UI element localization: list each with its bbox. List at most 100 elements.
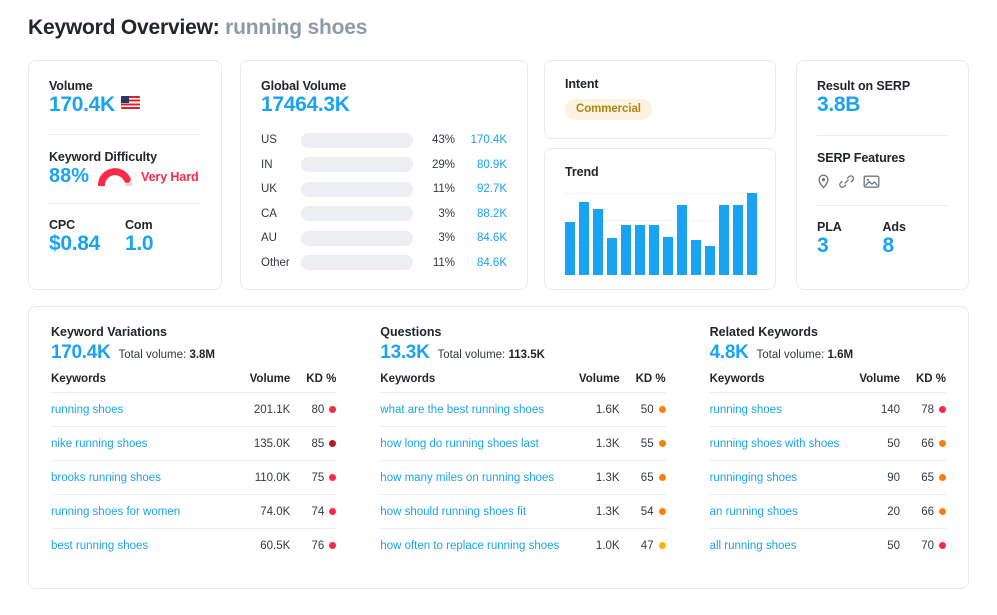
- kd-cell: 70: [900, 529, 947, 563]
- ads-value: 8: [882, 234, 895, 258]
- keyword-link[interactable]: how should running shoes fit: [380, 506, 526, 518]
- global-volume-row: CA 3% 88.2K: [261, 202, 507, 227]
- related-keywords-total: Total volume: 1.6M: [757, 349, 854, 361]
- kd-value: 47: [640, 539, 654, 552]
- keyword-link[interactable]: an running shoes: [710, 506, 798, 518]
- keyword-link[interactable]: running shoes: [710, 404, 782, 416]
- kd-status-dot: [329, 508, 337, 515]
- pla-ads-row: PLA 3 Ads 8: [817, 220, 948, 258]
- table-row: an running shoes 20 66: [709, 494, 947, 529]
- keyword-link[interactable]: how many miles on running shoes: [380, 472, 554, 484]
- keyword-link[interactable]: all running shoes: [710, 540, 797, 552]
- com-value: 1.0: [125, 232, 154, 256]
- trend-label: Trend: [565, 165, 599, 179]
- serp-card: Result on SERP 3.8B SERP Features PLA 3 …: [796, 60, 969, 290]
- country-code: Other: [261, 256, 290, 269]
- country-bar-track: [301, 230, 413, 246]
- keyword-link[interactable]: brooks running shoes: [51, 472, 161, 484]
- kd-status-dot: [329, 542, 337, 549]
- related-keywords-count: 4.8K: [709, 342, 749, 363]
- trend-bar: [621, 225, 631, 275]
- image-icon[interactable]: [863, 174, 880, 189]
- keyword-link[interactable]: what are the best running shoes: [380, 404, 544, 416]
- intent-label: Intent: [565, 77, 599, 91]
- keyword-variations-count: 170.4K: [51, 342, 111, 363]
- trend-chart: [565, 193, 757, 275]
- keyword-cell: all running shoes: [710, 529, 842, 563]
- global-volume-card: Global Volume 17464.3K US 43% 170.4K IN 29% 8…: [240, 60, 528, 290]
- keyword-link[interactable]: how often to replace running shoes: [380, 540, 559, 552]
- kd-status-dot: [658, 474, 666, 481]
- keyword-variations-table: Keywords Volume KD % running shoes 201.1K…: [51, 373, 337, 563]
- keyword-cell: how should running shoes fit: [380, 495, 561, 529]
- total-volume-label: Total volume:: [437, 349, 506, 361]
- country-code: US: [261, 134, 277, 147]
- keyword-overview-page: Keyword Overview: running shoes Volume 1…: [0, 0, 997, 615]
- related-keywords-summary: 4.8K Total volume: 1.6M: [710, 342, 946, 364]
- country-bar-track: [301, 157, 413, 173]
- total-volume-value: 1.6M: [827, 349, 854, 361]
- country-volume: 84.6K: [476, 256, 507, 269]
- trend-bar: [593, 208, 603, 275]
- kd-value: 50: [640, 403, 654, 416]
- kd-cell: 75: [290, 461, 337, 495]
- keyword-link[interactable]: running shoes with shoes: [710, 438, 840, 450]
- related-keywords-title: Related Keywords: [709, 325, 818, 339]
- trend-bar: [705, 245, 715, 275]
- total-volume-value: 3.8M: [189, 349, 216, 361]
- country-volume: 92.7K: [476, 183, 507, 196]
- keyword-link[interactable]: nike running shoes: [51, 438, 148, 450]
- table-row: running shoes with shoes 50 66: [709, 426, 947, 461]
- global-volume-value: 17464.3K: [261, 93, 350, 116]
- trend-bar: [677, 204, 687, 275]
- kd-cell: 78: [900, 393, 947, 427]
- global-volume-row: AU 3% 84.6K: [261, 226, 507, 251]
- trend-bar: [649, 225, 659, 275]
- keyword-cell: how often to replace running shoes: [380, 529, 561, 563]
- com-block: Com 1.0: [125, 218, 201, 256]
- keyword-cell: an running shoes: [710, 495, 842, 529]
- kd-value: 80: [311, 403, 325, 416]
- kd-cell: 66: [900, 495, 947, 529]
- table-row: what are the best running shoes 1.6K 50: [380, 392, 666, 427]
- kd-cell: 47: [620, 529, 666, 563]
- keyword-tables-card: Keyword Variations 170.4K Total volume: …: [28, 306, 969, 589]
- kd-value: 78: [921, 403, 935, 416]
- kd-status-dot: [329, 440, 337, 447]
- volume-cell: 20: [887, 505, 901, 518]
- trend-bar: [691, 240, 701, 275]
- keyword-link[interactable]: running shoes for women: [51, 506, 180, 518]
- kd-cell: 50: [620, 393, 666, 427]
- kd-cell: 66: [900, 427, 947, 461]
- pla-value: 3: [817, 234, 829, 258]
- keyword-link[interactable]: best running shoes: [51, 540, 148, 552]
- kd-value: 66: [921, 437, 935, 450]
- country-bar-track: [301, 255, 413, 271]
- divider: [817, 205, 948, 207]
- volume-value: 170.4K: [49, 93, 115, 116]
- col-keywords: Keywords: [51, 373, 106, 385]
- map-pin-icon[interactable]: [817, 174, 830, 189]
- kd-status-dot: [329, 474, 337, 481]
- serp-features-label: SERP Features: [817, 151, 906, 166]
- kd-status-dot: [658, 508, 666, 515]
- trend-bar: [747, 193, 757, 275]
- keyword-link[interactable]: how long do running shoes last: [380, 438, 539, 450]
- questions-total: Total volume: 113.5K: [438, 349, 545, 361]
- result-on-serp-label: Result on SERP: [817, 79, 911, 93]
- cpc-block: CPC $0.84: [49, 218, 125, 256]
- country-bar-track: [301, 181, 413, 197]
- keyword-cell: running shoes for women: [51, 495, 232, 529]
- country-volume: 170.4K: [470, 134, 507, 147]
- intent-badge[interactable]: Commercial: [565, 99, 652, 120]
- kd-cell: 55: [620, 427, 666, 461]
- keyword-cell: brooks running shoes: [51, 461, 232, 495]
- keyword-cell: running shoes: [710, 393, 842, 427]
- table-row: best running shoes 60.5K 76: [51, 528, 337, 563]
- col-volume: Volume: [578, 373, 620, 385]
- volume-cell: 1.0K: [595, 539, 620, 552]
- keyword-difficulty-rating: Very Hard: [141, 169, 199, 184]
- link-icon[interactable]: [839, 174, 854, 189]
- keyword-link[interactable]: running shoes: [51, 404, 123, 416]
- keyword-link[interactable]: runninging shoes: [710, 472, 798, 484]
